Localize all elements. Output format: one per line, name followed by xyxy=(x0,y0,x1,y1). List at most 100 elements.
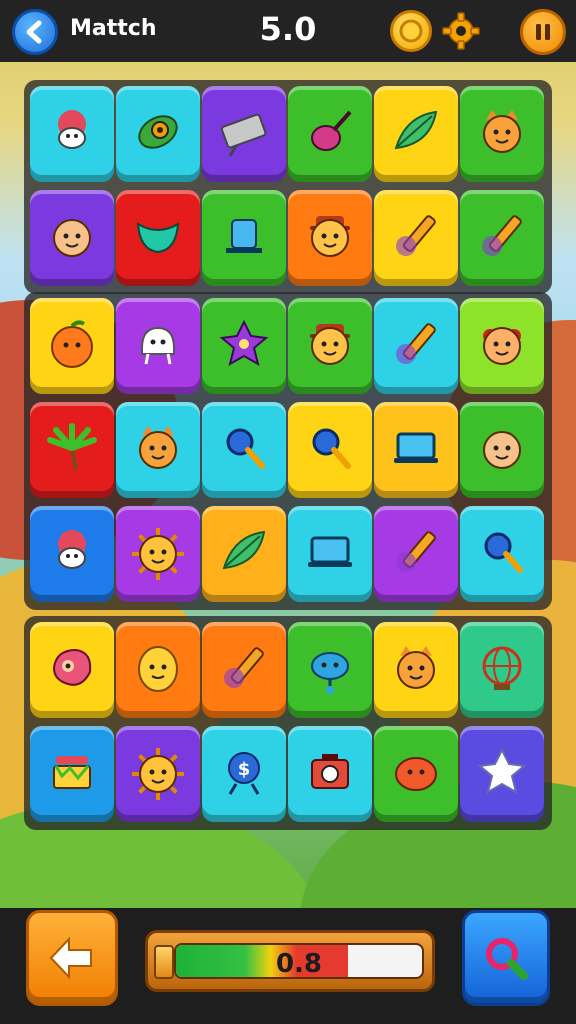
game-tile[interactable] xyxy=(30,622,114,718)
progress-cap xyxy=(154,945,174,979)
game-tile[interactable]: $ xyxy=(202,726,286,822)
feather-leaf-icon xyxy=(386,102,446,166)
coin-button[interactable] xyxy=(390,10,432,52)
leaf-icon xyxy=(214,522,274,586)
game-tile[interactable] xyxy=(288,402,372,498)
pause-button[interactable] xyxy=(520,9,566,55)
marker-icon xyxy=(214,638,274,702)
score-display: 5.0 xyxy=(259,10,317,48)
jar-icon xyxy=(214,206,274,270)
game-tile[interactable] xyxy=(288,622,372,718)
game-tile[interactable] xyxy=(288,190,372,286)
sign-board-icon xyxy=(214,102,274,166)
back-arrow-icon xyxy=(26,20,42,44)
tile-board-bottom: $ xyxy=(24,616,552,830)
cat-face-icon xyxy=(472,102,532,166)
game-tile[interactable] xyxy=(460,622,544,718)
game-tile[interactable] xyxy=(288,726,372,822)
game-tile[interactable] xyxy=(374,190,458,286)
game-tile[interactable] xyxy=(30,86,114,182)
game-tile[interactable] xyxy=(374,506,458,602)
progress-track: 0.8 xyxy=(174,943,424,979)
undo-arrow-icon xyxy=(49,936,92,980)
laptop-icon xyxy=(300,522,360,586)
top-bar: Mattch 5.0 xyxy=(0,0,576,62)
lemon-face-icon xyxy=(128,638,188,702)
orange-fruit-icon xyxy=(42,314,102,378)
lute-icon xyxy=(300,102,360,166)
game-tile[interactable] xyxy=(374,402,458,498)
game-tile[interactable] xyxy=(30,726,114,822)
cat-face-icon xyxy=(128,418,188,482)
star-icon xyxy=(472,742,532,806)
sun-face-icon xyxy=(128,522,188,586)
game-tile[interactable] xyxy=(374,622,458,718)
gear-icon xyxy=(442,12,480,50)
hat-face-icon xyxy=(300,314,360,378)
game-tile[interactable] xyxy=(30,506,114,602)
game-tile[interactable] xyxy=(202,506,286,602)
progress-meter: 0.8 xyxy=(145,930,435,992)
game-tile[interactable] xyxy=(202,190,286,286)
game-tile[interactable] xyxy=(202,86,286,182)
game-tile[interactable] xyxy=(202,622,286,718)
game-tile[interactable] xyxy=(116,190,200,286)
knife-icon xyxy=(386,206,446,270)
game-tile[interactable] xyxy=(30,298,114,394)
game-tile[interactable] xyxy=(460,190,544,286)
pencil-icon xyxy=(386,314,446,378)
palm-tree-icon xyxy=(42,418,102,482)
game-tile[interactable] xyxy=(288,506,372,602)
undo-button[interactable] xyxy=(26,910,118,1006)
search-button[interactable] xyxy=(462,910,550,1006)
game-tile[interactable] xyxy=(116,506,200,602)
star-blob-icon xyxy=(214,314,274,378)
camera-icon xyxy=(300,742,360,806)
game-tile[interactable] xyxy=(460,298,544,394)
settings-button[interactable] xyxy=(441,11,481,51)
game-tile[interactable] xyxy=(288,86,372,182)
globe-icon xyxy=(472,638,532,702)
game-tile[interactable] xyxy=(116,622,200,718)
game-tile[interactable] xyxy=(288,298,372,394)
hat-face-icon xyxy=(300,206,360,270)
game-tile[interactable] xyxy=(460,86,544,182)
game-tile[interactable] xyxy=(116,402,200,498)
cat-face-icon xyxy=(386,638,446,702)
game-tile[interactable] xyxy=(116,86,200,182)
game-tile[interactable] xyxy=(374,726,458,822)
fish-face-icon xyxy=(386,742,446,806)
coin-icon xyxy=(399,19,423,43)
game-tile[interactable] xyxy=(116,726,200,822)
leaf-eye-icon xyxy=(128,102,188,166)
jelly-face-icon xyxy=(42,638,102,702)
game-tile[interactable] xyxy=(374,86,458,182)
clown-icon xyxy=(472,314,532,378)
search-icon xyxy=(300,418,360,482)
pause-icon xyxy=(536,24,550,40)
flower-creature-icon xyxy=(42,102,102,166)
game-tile[interactable] xyxy=(460,726,544,822)
game-tile[interactable] xyxy=(374,298,458,394)
coin-stand-icon: $ xyxy=(214,742,274,806)
sun-face-icon xyxy=(128,742,188,806)
ghost-icon xyxy=(128,314,188,378)
blob-creature-icon xyxy=(300,638,360,702)
game-title: Mattch xyxy=(70,16,157,41)
pencil-icon xyxy=(386,522,446,586)
game-tile[interactable] xyxy=(460,402,544,498)
game-tile[interactable] xyxy=(202,402,286,498)
hair-face-icon xyxy=(472,418,532,482)
magnifier-icon xyxy=(472,522,532,586)
magnifier-icon xyxy=(214,418,274,482)
laptop-icon xyxy=(386,418,446,482)
game-tile[interactable] xyxy=(116,298,200,394)
back-button[interactable] xyxy=(12,9,58,55)
game-tile[interactable] xyxy=(460,506,544,602)
game-tile[interactable] xyxy=(30,190,114,286)
game-tile[interactable] xyxy=(30,402,114,498)
flower-creature-icon xyxy=(42,522,102,586)
tile-board-middle xyxy=(24,292,552,610)
game-tile[interactable] xyxy=(202,298,286,394)
basket-icon xyxy=(42,742,102,806)
